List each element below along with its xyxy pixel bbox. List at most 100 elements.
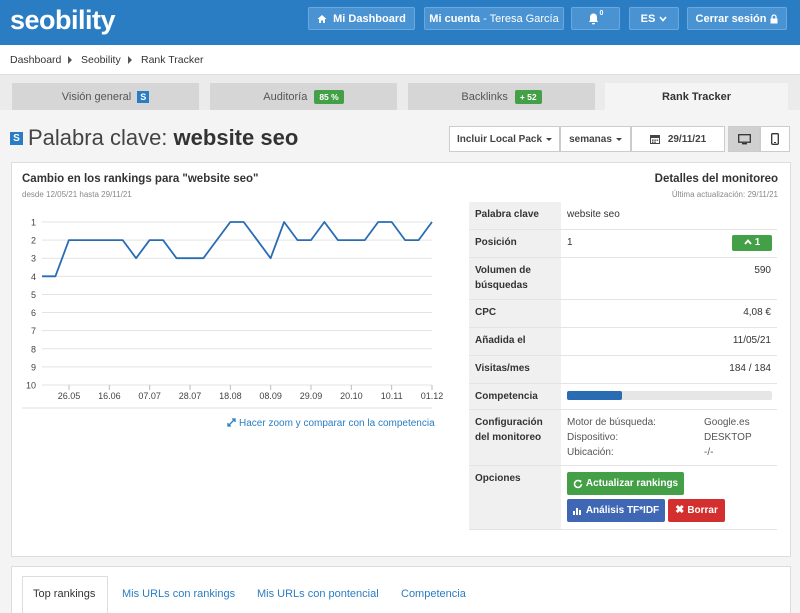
config-label: Configuración del monitoreo [469,410,561,465]
position-value: 1 [567,237,573,248]
chart-subtitle: desde 12/05/21 hasta 29/11/21 [22,190,132,199]
page-title-keyword: website seo [173,125,299,150]
cpc-value: 4,08 € [743,307,771,318]
tab-audit-label: Auditoría [263,90,308,103]
row-volume: Volumen de búsquedas 590 [469,258,777,300]
caret-down-icon [546,137,553,141]
tab-my-urls-rankings[interactable]: Mis URLs con rankings [122,588,235,600]
y-tick-label: 3 [31,254,36,264]
zoom-compare-label: Hacer zoom y comparar con la competencia [239,418,435,429]
row-config: Configuración del monitoreo Motor de bús… [469,410,777,466]
y-tick-label: 4 [31,272,36,282]
mobile-view-button[interactable] [760,126,790,152]
x-tick-label: 28.07 [179,391,202,401]
position-change-value: 1 [754,237,761,248]
tab-overview-label: Visión general [61,90,132,103]
account-label: Mi cuenta [429,12,481,25]
seobility-logo[interactable]: seobility [10,5,116,36]
notifications-count: 0 [599,10,604,17]
config-key-location: Ubicación: [567,447,614,458]
date-picker[interactable]: 29/11/21 [631,126,725,152]
row-options: Opciones Actualizar rankings Análisis TF… [469,466,777,530]
top-navbar: seobility Mi Dashboard Mi cuenta - Teres… [0,0,800,45]
seobility-s-icon: S [10,132,23,145]
audit-score-badge: 85 % [314,89,344,104]
x-tick-label: 07.07 [138,391,161,401]
expand-icon [227,418,236,427]
x-tick-label: 29.09 [300,391,323,401]
ranking-chart[interactable]: 1 2 3 4 5 6 7 8 9 10 26.05 16.06 07.07 28.07 18.08 08.0… [22,210,447,410]
tfidf-analysis-button[interactable]: Análisis TF*IDF [567,499,665,522]
close-icon: ✖ [675,504,685,516]
tab-my-urls-potential[interactable]: Mis URLs con pontencial [257,588,379,600]
logout-label: Cerrar sesión [695,12,767,25]
local-pack-dropdown[interactable]: Incluir Local Pack [449,126,560,152]
chart-title: Cambio en los rankings para "website seo… [22,173,259,185]
position-cell: 1 1 [561,230,777,257]
breadcrumb-seobility[interactable]: Seobility [81,54,121,66]
desktop-view-button[interactable] [728,126,760,152]
tab-rank-tracker[interactable]: Rank Tracker [605,83,788,111]
config-keys: Motor de búsqueda: Dispositivo: Ubicació… [567,415,656,460]
breadcrumb-separator-icon [68,56,72,64]
x-tick-label: 26.05 [58,391,81,401]
chevron-down-icon [659,15,667,22]
breadcrumb-separator-icon [128,56,132,64]
backlinks-badge: + 52 [514,89,542,104]
y-tick-label: 1 [31,218,36,228]
position-change-badge: 1 [732,235,772,251]
competition-bar-fill [567,391,623,400]
config-values: Google.es DESKTOP -/- [704,415,752,460]
zoom-compare-link[interactable]: Hacer zoom y comparar con la competencia [227,418,435,429]
details-title: Detalles del monitoreo [654,173,778,185]
dashboard-button[interactable]: Mi Dashboard [308,7,415,30]
x-tick-label: 18.08 [219,391,242,401]
tab-backlinks-label: Backlinks [461,90,508,103]
row-position: Posición 1 1 [469,230,777,258]
seobility-s-icon: S [137,90,150,103]
local-pack-label: Incluir Local Pack [456,133,543,145]
breadcrumb-rank-tracker: Rank Tracker [141,54,204,66]
account-button[interactable]: Mi cuenta - Teresa García [424,7,564,30]
language-label: ES [640,12,656,25]
lock-icon [770,13,778,23]
row-competition: Competencia [469,384,777,410]
x-tick-label: 08.09 [259,391,282,401]
tab-audit[interactable]: Auditoría 85 % [210,83,397,110]
config-cell: Motor de búsqueda: Dispositivo: Ubicació… [561,410,777,465]
x-tick-label: 20.10 [340,391,363,401]
monitor-icon [737,133,751,144]
keyword-label: Palabra clave [469,202,561,229]
volume-label: Volumen de búsquedas [469,258,561,299]
bell-icon [588,13,598,24]
cpc-label: CPC [469,300,561,327]
caret-down-icon [615,137,622,141]
date-label: 29/11/21 [667,133,707,145]
period-dropdown[interactable]: semanas [560,126,631,152]
logout-button[interactable]: Cerrar sesión [687,7,787,30]
tab-competition[interactable]: Competencia [401,588,466,600]
notifications-button[interactable]: 0 [571,7,620,30]
details-subtitle: Última actualización: 29/11/21 [671,190,778,199]
config-key-engine: Motor de búsqueda: [567,417,656,428]
language-select[interactable]: ES [629,7,679,30]
mobile-icon [771,133,779,145]
delete-button[interactable]: ✖ Borrar [668,499,725,522]
tab-rank-tracker-label: Rank Tracker [661,91,732,103]
page-title: Palabra clave: website seo [28,125,298,151]
config-value-engine: Google.es [704,417,750,428]
caret-up-icon [744,239,752,245]
y-tick-label: 5 [31,290,36,300]
x-tick-label: 10.11 [381,391,403,401]
volume-value: 590 [754,265,771,276]
tab-overview[interactable]: Visión general S [12,83,199,110]
breadcrumb-dashboard[interactable]: Dashboard [10,54,61,66]
dashboard-label: Mi Dashboard [333,12,406,25]
y-tick-label: 2 [31,236,36,246]
y-tick-label: 7 [31,326,36,336]
visits-label: Visitas/mes [469,356,561,383]
tab-backlinks[interactable]: Backlinks + 52 [408,83,595,110]
update-rankings-button[interactable]: Actualizar rankings [567,472,684,495]
breadcrumb: Dashboard Seobility Rank Tracker [0,45,800,75]
tab-top-rankings[interactable]: Top rankings [33,588,95,600]
